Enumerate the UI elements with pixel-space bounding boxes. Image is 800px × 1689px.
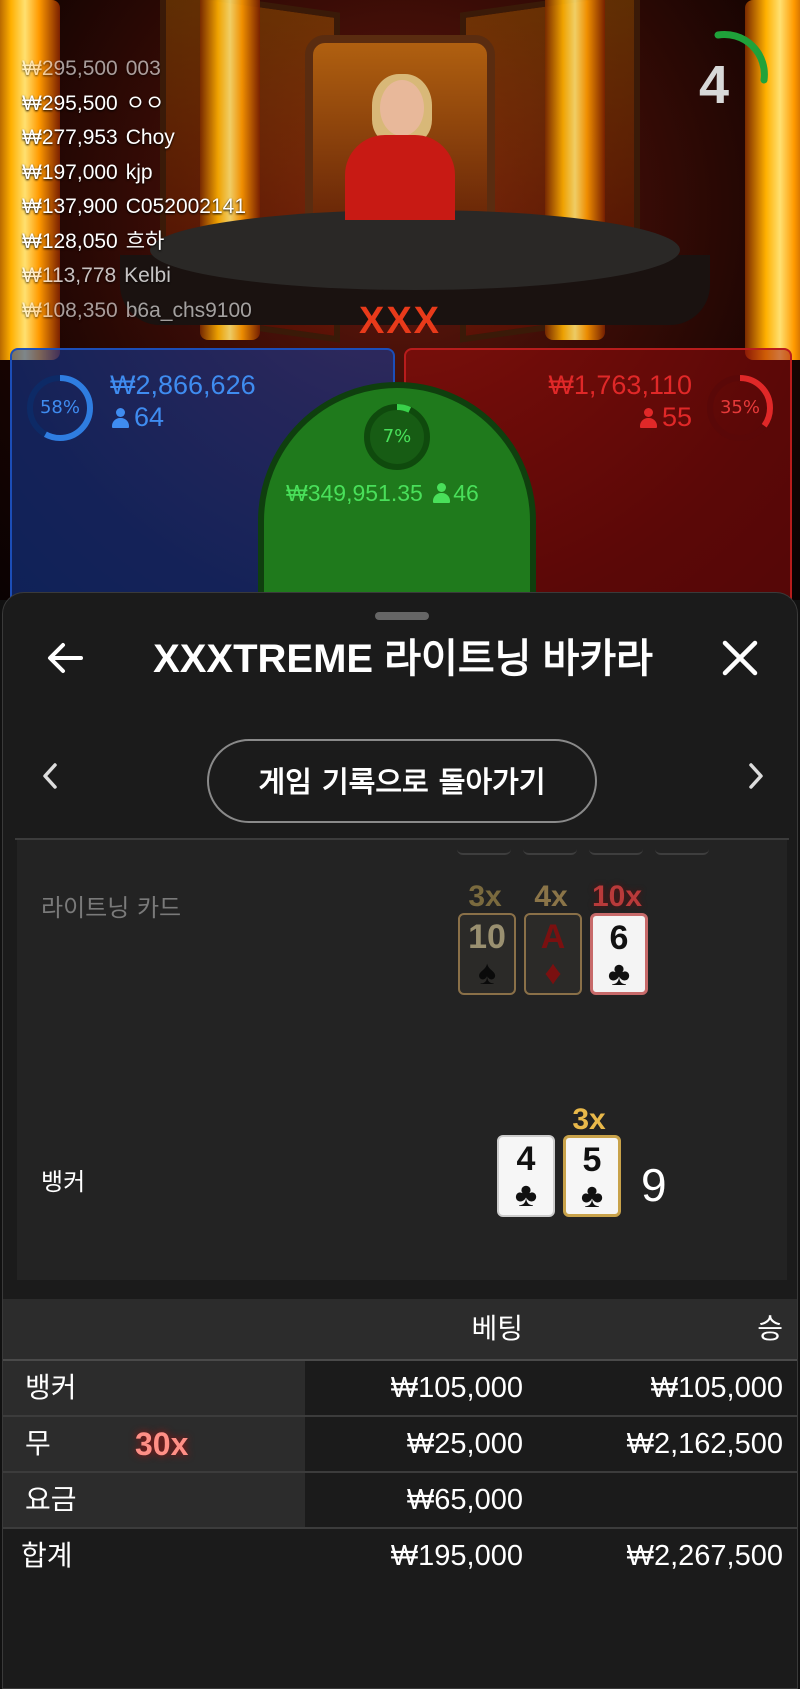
spade-suit-icon: ♠ xyxy=(477,954,497,992)
leader-amount: ₩128,050 xyxy=(22,229,118,253)
tie-count-value: 46 xyxy=(453,480,479,506)
leader-name: Kelbi xyxy=(124,264,171,287)
table-total-row: 합계 ₩195,000 ₩2,267,500 xyxy=(3,1529,797,1583)
lightning-card: A ♦ xyxy=(524,913,582,995)
card-rank: 4 xyxy=(516,1140,536,1178)
bet-amount: ₩105,000 xyxy=(390,1372,523,1404)
app-root: XXX ₩295,500 003 ₩295,500 ㅇㅇ ₩277,953 Choy … xyxy=(0,0,800,1689)
table-row: 무 30x ₩25,000 ₩2,162,500 xyxy=(3,1417,797,1473)
lightning-cards-label: 라이트닝 카드 xyxy=(41,894,182,922)
bet-amount: ₩25,000 xyxy=(406,1428,523,1460)
banker-score: 9 xyxy=(641,1159,667,1211)
card-rank: 10 xyxy=(468,918,506,956)
banker-card: 4 ♣ xyxy=(497,1135,555,1217)
sheet-title: XXXTREME 라이트닝 바카라 xyxy=(153,637,653,681)
banker-count-value: 55 xyxy=(661,402,692,432)
leaderboard-row: ₩108,350 b6a_chs9100 xyxy=(22,294,252,329)
bet-column-header: 베팅 xyxy=(471,1312,523,1345)
dealer-body xyxy=(345,135,455,220)
bet-results-table: 베팅 승 뱅커 ₩105,000 ₩105,000 무 30x ₩25,000 … xyxy=(3,1299,797,1583)
total-win: ₩2,267,500 xyxy=(626,1540,783,1572)
banker-count: 55 xyxy=(639,402,692,433)
previous-round-chevron-icon[interactable] xyxy=(31,751,71,801)
back-arrow-icon[interactable] xyxy=(43,633,95,683)
next-round-chevron-icon[interactable] xyxy=(735,751,775,801)
bet-type: 무 xyxy=(25,1427,51,1460)
bet-type: 뱅커 xyxy=(25,1371,77,1404)
player-count: 64 xyxy=(112,402,164,433)
lightning-multiplier: 4x xyxy=(534,880,568,913)
leader-name: 003 xyxy=(125,57,161,80)
player-total-bet: ₩2,866,626 xyxy=(110,370,256,400)
leaderboard-row: ₩113,778 Kelbi xyxy=(22,259,252,294)
table-row: 요금 ₩65,000 xyxy=(3,1473,797,1529)
card-rank: A xyxy=(540,918,566,956)
leaderboard-row: ₩137,900 C052002141 xyxy=(22,190,252,225)
leader-amount: ₩295,500 xyxy=(22,91,118,115)
table-header-row: 베팅 승 xyxy=(3,1299,797,1361)
card-rank: 6 xyxy=(609,919,629,957)
person-icon xyxy=(112,408,129,428)
round-detail-panel: 라이트닝 카드 3x 4x 10x 10 ♠ A ♦ 6 ♣ 뱅커 3x 4 ♣ xyxy=(17,840,787,1280)
win-amount: ₩2,162,500 xyxy=(626,1428,783,1460)
leader-name: kjp xyxy=(125,160,153,184)
person-icon xyxy=(639,408,657,428)
scroll-ghost-tabs xyxy=(457,840,737,855)
leader-amount: ₩108,350 xyxy=(22,298,118,322)
win-amount: ₩105,000 xyxy=(650,1372,783,1404)
countdown-timer: 4 xyxy=(680,30,770,120)
leader-amount: ₩137,900 xyxy=(22,195,118,218)
leader-amount: ₩277,953 xyxy=(22,126,118,149)
leader-amount: ₩113,778 xyxy=(22,264,117,287)
leader-name: ㅇㅇ xyxy=(125,91,165,115)
lightning-card: 10 ♠ xyxy=(458,913,516,995)
person-icon xyxy=(433,483,451,503)
dealer-face xyxy=(380,80,424,136)
table-row: 뱅커 ₩105,000 ₩105,000 xyxy=(3,1361,797,1417)
tie-total-bet-value: ₩349,951.35 xyxy=(286,480,423,506)
leaderboard-row: ₩197,000 kjp xyxy=(22,156,252,191)
leaderboard-row: ₩128,050 흐하 xyxy=(22,225,252,260)
lightning-multiplier: 10x xyxy=(591,880,643,913)
leaderboard-row: ₩295,500 003 xyxy=(22,52,252,87)
tie-percent: 7% xyxy=(382,426,412,447)
club-suit-icon: ♣ xyxy=(580,1177,604,1215)
banker-total-bet: ₩1,763,110 xyxy=(548,370,692,400)
total-label: 합계 xyxy=(21,1539,73,1572)
total-bet: ₩195,000 xyxy=(390,1540,523,1572)
bet-type: 요금 xyxy=(25,1483,77,1516)
bet-amount: ₩65,000 xyxy=(406,1484,523,1516)
back-to-history-button[interactable]: 게임 기록으로 돌아가기 xyxy=(207,739,597,823)
leaderboard-row: ₩295,500 ㅇㅇ xyxy=(22,87,252,122)
xxx-logo: XXX xyxy=(358,300,442,342)
lightning-multiplier: 3x xyxy=(468,880,502,913)
game-detail-sheet: XXXTREME 라이트닝 바카라 게임 기록으로 돌아가기 라이트닝 카드 3… xyxy=(2,592,798,1689)
leader-amount: ₩197,000 xyxy=(22,160,118,184)
timer-value: 4 xyxy=(698,55,730,115)
tie-multiplier: 30x xyxy=(135,1426,189,1462)
leader-name: Choy xyxy=(125,126,175,149)
winners-leaderboard: ₩295,500 003 ₩295,500 ㅇㅇ ₩277,953 Choy ₩197… xyxy=(22,52,252,328)
leader-name: C052002141 xyxy=(125,195,247,218)
player-percent: 58% xyxy=(39,397,80,418)
close-icon[interactable] xyxy=(715,633,765,683)
club-suit-icon: ♣ xyxy=(514,1176,538,1214)
card-rank: 5 xyxy=(582,1141,602,1179)
tie-total-bet: ₩349,951.35 46 xyxy=(286,480,479,507)
club-suit-icon: ♣ xyxy=(607,955,631,993)
leader-name: 흐하 xyxy=(125,229,165,253)
win-column-header: 승 xyxy=(757,1312,783,1345)
player-count-value: 64 xyxy=(134,402,165,432)
banker-card-multiplier: 3x xyxy=(572,1103,606,1136)
lightning-card: 6 ♣ xyxy=(590,913,648,995)
banker-card: 5 ♣ xyxy=(563,1135,621,1217)
leader-amount: ₩295,500 xyxy=(22,57,118,80)
banker-percent: 35% xyxy=(719,397,760,418)
diamond-suit-icon: ♦ xyxy=(544,954,562,992)
sheet-drag-handle[interactable] xyxy=(375,612,429,620)
leader-name: b6a_chs9100 xyxy=(125,298,252,322)
leaderboard-row: ₩277,953 Choy xyxy=(22,121,252,156)
banker-hand-label: 뱅커 xyxy=(41,1168,86,1196)
